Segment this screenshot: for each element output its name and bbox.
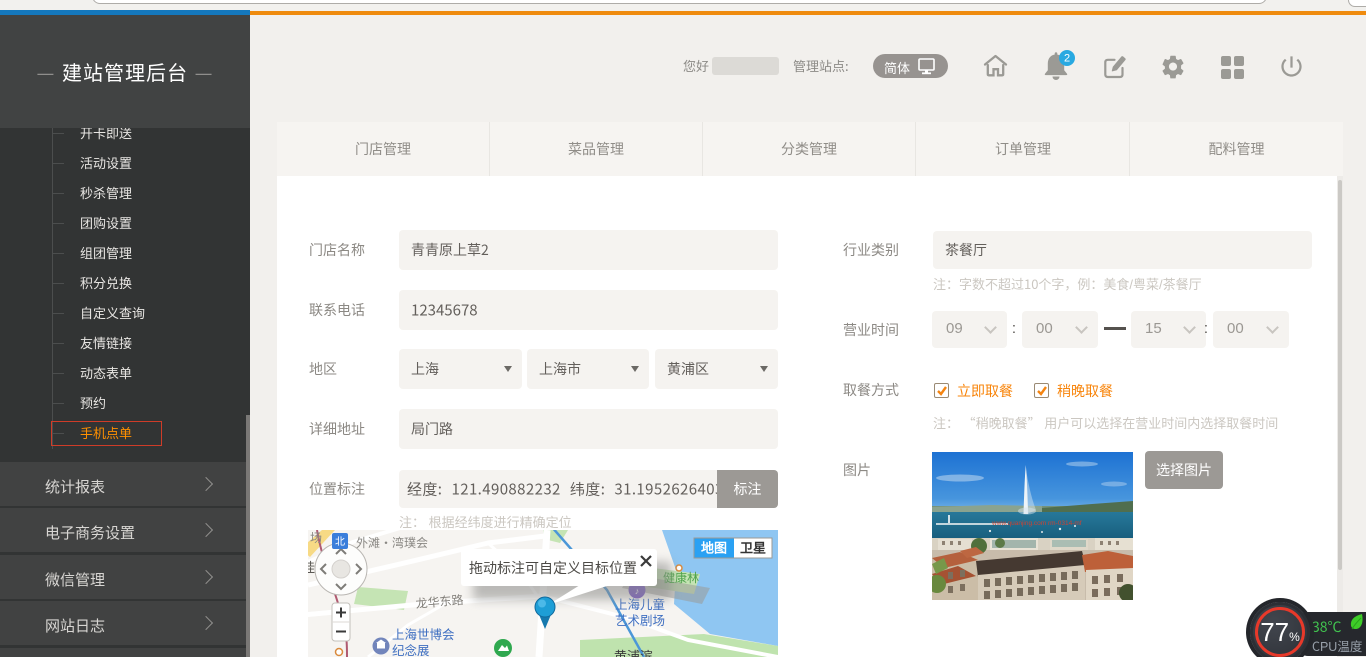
svg-text:卫星: 卫星	[740, 538, 766, 557]
svg-text:场: 场	[310, 530, 322, 546]
svg-text:外滩・湾璞会: 外滩・湾璞会	[356, 534, 428, 551]
svg-text:地图: 地图	[701, 538, 727, 557]
svg-text:纪念展: 纪念展	[392, 640, 430, 657]
svg-text:黄浦滨: 黄浦滨	[614, 646, 653, 657]
svg-text:北: 北	[335, 533, 345, 548]
svg-text:www.quanjing.com rm-0314-mf: www.quanjing.com rm-0314-mf	[991, 520, 1082, 527]
svg-text:艺术剧场: 艺术剧场	[615, 610, 665, 629]
svg-text:2: 2	[1064, 53, 1070, 65]
svg-text:拖动标注可自定义目标位置: 拖动标注可自定义目标位置	[469, 558, 637, 578]
